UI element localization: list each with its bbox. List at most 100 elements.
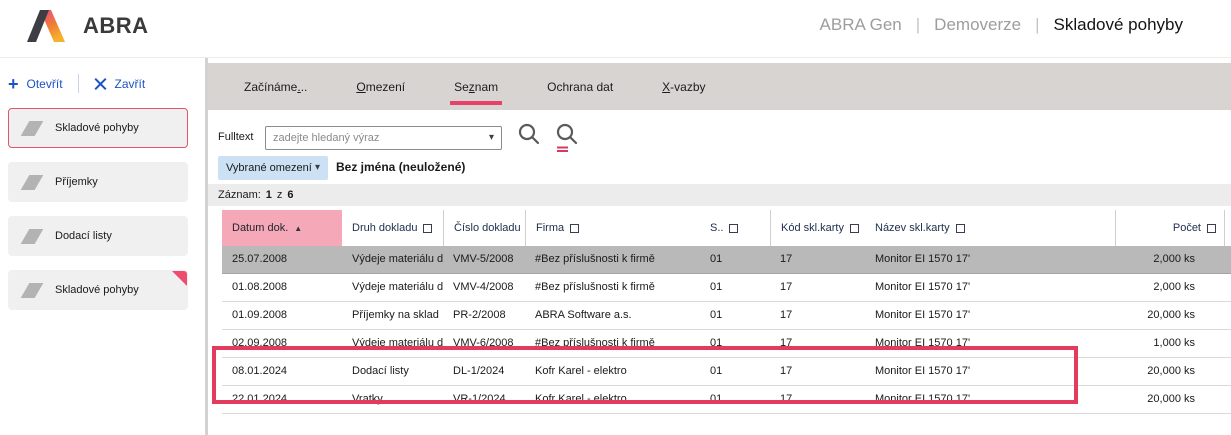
close-icon	[94, 77, 107, 90]
sidebar-item-label: Příjemky	[55, 176, 98, 188]
sidebar-item-label: Skladové pohyby	[55, 284, 139, 296]
cell-druh-dokladu: Dodací listy	[342, 358, 443, 385]
restriction-dropdown-button[interactable]: Vybrané omezení ▾	[218, 156, 328, 180]
logo-text: ABRA	[83, 13, 149, 39]
table-row[interactable]: 25.07.2008 Výdeje materiálu do vý VMV-5/…	[222, 246, 1231, 274]
cell-datum-dok: 02.09.2008	[222, 330, 342, 357]
cell-sklad: 01	[700, 274, 770, 301]
cell-datum-dok: 25.07.2008	[222, 246, 342, 273]
sidebar-item-label: Skladové pohyby	[55, 122, 139, 134]
plus-icon: +	[8, 78, 19, 90]
sidebar-item-dodaci-listy[interactable]: Dodací listy	[8, 216, 188, 256]
sidebar-item-skladove-pohyby-2[interactable]: Skladové pohyby	[8, 270, 188, 310]
toolbar-divider	[78, 74, 79, 93]
column-options-icon	[729, 224, 738, 233]
column-header-druh-dokladu[interactable]: Druh dokladu	[342, 210, 443, 246]
fulltext-placeholder: zadejte hledaný výraz	[273, 132, 379, 144]
search-icon	[516, 121, 542, 147]
table-row[interactable]: 01.09.2008 Příjemky na sklad PR-2/2008 A…	[222, 302, 1231, 330]
breadcrumb-separator: |	[916, 15, 920, 35]
table-body: 25.07.2008 Výdeje materiálu do vý VMV-5/…	[222, 246, 1231, 414]
table-row[interactable]: 01.08.2008 Výdeje materiálu do vý VMV-4/…	[222, 274, 1231, 302]
fulltext-label: Fulltext	[218, 131, 253, 143]
sidebar: + Otevřít Zavřít Skladové pohyby Příjemk…	[0, 58, 205, 435]
cell-druh-dokladu: Příjemky na sklad	[342, 302, 443, 329]
cell-nazev-skl-karty: Monitor EI 1570 17'	[865, 386, 1115, 413]
column-header-s[interactable]: S..	[700, 210, 770, 246]
tab-omezeni[interactable]: Omezení	[356, 80, 405, 94]
sidebar-item-prijemky[interactable]: Příjemky	[8, 162, 188, 202]
tab-x-vazby[interactable]: X-vazby	[662, 80, 705, 94]
search-button[interactable]	[516, 121, 546, 153]
sidebar-content-divider	[205, 58, 208, 435]
column-header-pocet[interactable]: Počet	[1115, 210, 1225, 246]
cell-nazev-skl-karty: Monitor EI 1570 17'	[865, 302, 1115, 329]
cell-druh-dokladu: Vratky	[342, 386, 443, 413]
abra-logo-icon	[20, 10, 74, 42]
restriction-name: Bez jména (neuložené)	[336, 160, 465, 174]
cell-cislo-dokladu: VMV-6/2008	[443, 330, 525, 357]
cell-nazev-skl-karty: Monitor EI 1570 17'	[865, 246, 1115, 273]
cell-kod-skl-karty: 17	[770, 246, 865, 273]
table-row[interactable]: 22.01.2024 Vratky VR-1/2024 Kofr Karel -…	[222, 386, 1231, 414]
cell-cislo-dokladu: VMV-4/2008	[443, 274, 525, 301]
cell-kod-skl-karty: 17	[770, 358, 865, 385]
parallelogram-icon	[21, 175, 44, 190]
cell-nazev-skl-karty: Monitor EI 1570 17'	[865, 358, 1115, 385]
app-header: ABRA ABRA Gen | Demoverze | Skladové poh…	[0, 0, 1231, 58]
cell-sklad: 01	[700, 358, 770, 385]
sidebar-item-skladove-pohyby[interactable]: Skladové pohyby	[8, 108, 188, 148]
breadcrumb: ABRA Gen | Demoverze | Skladové pohyby	[820, 15, 1183, 35]
table-row[interactable]: 02.09.2008 Výdeje materiálu do vý VMV-6/…	[222, 330, 1231, 358]
sidebar-item-label: Dodací listy	[55, 230, 112, 242]
cell-datum-dok: 08.01.2024	[222, 358, 342, 385]
tab-zaciname[interactable]: Začínáme...	[244, 80, 307, 94]
fulltext-search-button[interactable]	[554, 121, 584, 153]
record-label: Záznam:	[218, 189, 261, 201]
close-button[interactable]: Zavřít	[94, 77, 146, 91]
abra-logo: ABRA	[20, 10, 149, 42]
column-header-datum-dok[interactable]: Datum dok. ▲	[222, 210, 342, 246]
table-row[interactable]: 08.01.2024 Dodací listy DL-1/2024 Kofr K…	[222, 358, 1231, 386]
cell-cislo-dokladu: DL-1/2024	[443, 358, 525, 385]
cell-pocet: 20,000 ks	[1115, 302, 1231, 329]
tab-seznam[interactable]: Seznam	[454, 80, 498, 94]
cell-firma: Kofr Karel - elektro	[525, 386, 700, 413]
cell-firma: #Bez příslušnosti k firmě	[525, 274, 700, 301]
parallelogram-icon	[21, 121, 44, 136]
cell-nazev-skl-karty: Monitor EI 1570 17'	[865, 274, 1115, 301]
column-header-nazev-skl-karty[interactable]: Název skl.karty	[865, 210, 1115, 246]
column-options-icon	[956, 224, 965, 233]
table-header: Datum dok. ▲ Druh dokladu Číslo dokladu …	[222, 210, 1225, 246]
search-underline-icon	[554, 121, 580, 152]
fulltext-input[interactable]: zadejte hledaný výraz ▾	[265, 126, 502, 150]
cell-firma: #Bez příslušnosti k firmě	[525, 330, 700, 357]
app-window: ABRA ABRA Gen | Demoverze | Skladové poh…	[0, 0, 1231, 435]
record-counter: Záznam: 1 z 6	[208, 184, 1231, 206]
chevron-down-icon: ▾	[489, 133, 494, 143]
column-header-kod-skl-karty[interactable]: Kód skl.karty	[770, 210, 865, 246]
sort-asc-icon: ▲	[294, 224, 302, 233]
cell-datum-dok: 01.09.2008	[222, 302, 342, 329]
record-of-label: z	[277, 189, 283, 201]
cell-firma: Kofr Karel - elektro	[525, 358, 700, 385]
tab-ochrana-dat[interactable]: Ochrana dat	[547, 80, 613, 94]
cell-sklad: 01	[700, 330, 770, 357]
cell-firma: ABRA Software a.s.	[525, 302, 700, 329]
corner-flag-icon	[172, 271, 187, 286]
app-name-label: ABRA Gen	[820, 15, 902, 35]
record-current: 1	[266, 189, 272, 201]
cell-cislo-dokladu: VMV-5/2008	[443, 246, 525, 273]
column-options-icon	[850, 224, 859, 233]
column-options-icon	[570, 224, 579, 233]
sidebar-toolbar: + Otevřít Zavřít	[8, 74, 145, 93]
column-header-cislo-dokladu[interactable]: Číslo dokladu	[443, 210, 525, 246]
cell-kod-skl-karty: 17	[770, 330, 865, 357]
open-button[interactable]: + Otevřít	[8, 77, 63, 91]
column-header-firma[interactable]: Firma	[525, 210, 700, 246]
environment-label: Demoverze	[934, 15, 1021, 35]
cell-druh-dokladu: Výdeje materiálu do vý	[342, 246, 443, 273]
cell-kod-skl-karty: 17	[770, 274, 865, 301]
cell-sklad: 01	[700, 302, 770, 329]
cell-nazev-skl-karty: Monitor EI 1570 17'	[865, 330, 1115, 357]
